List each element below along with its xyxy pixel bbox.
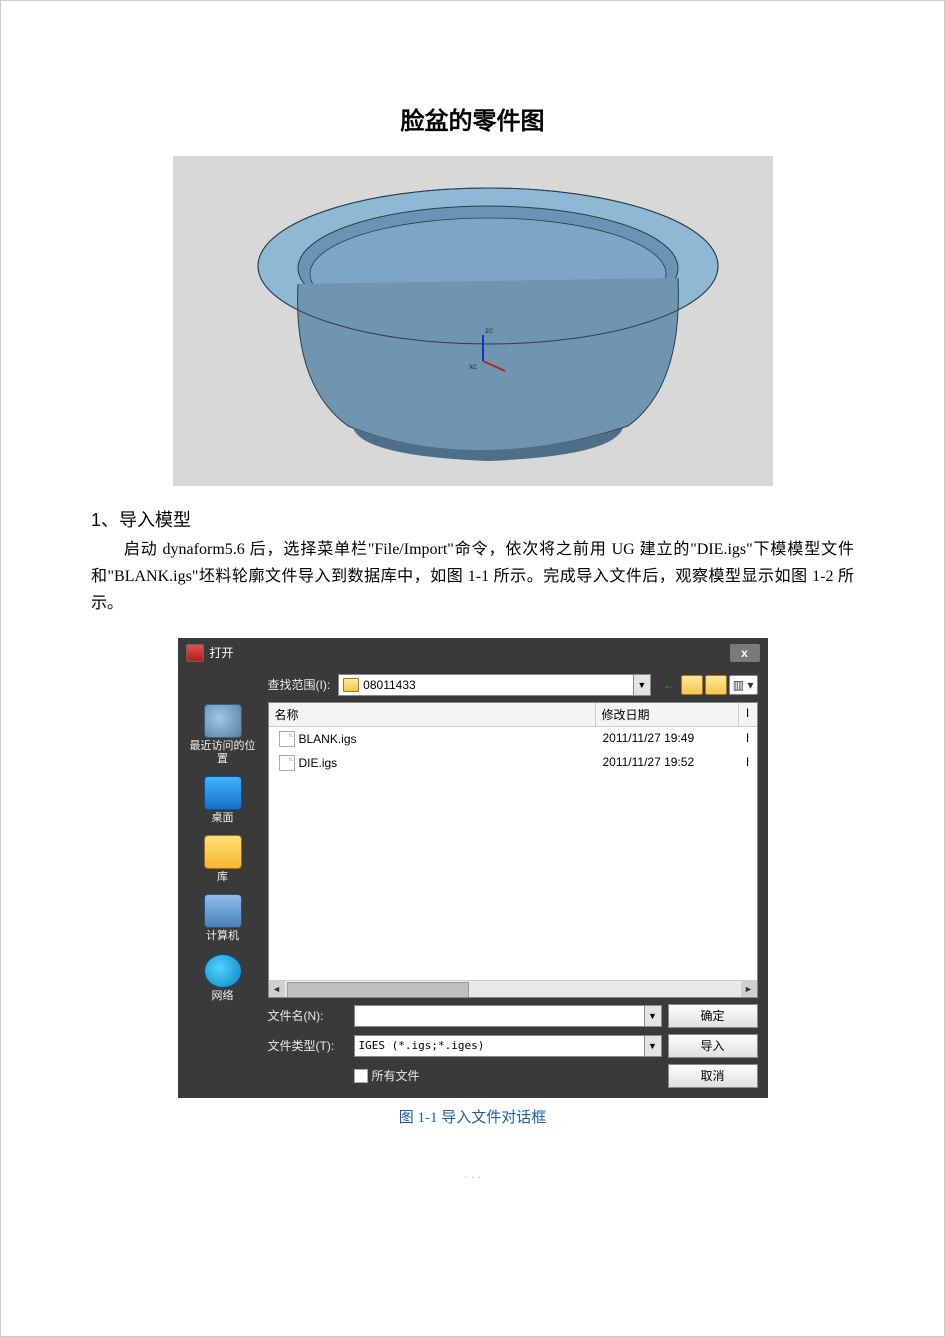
axis-x-label: xc bbox=[469, 362, 477, 371]
view-menu-button[interactable]: ▥ ▾ bbox=[729, 675, 758, 695]
section-title-1: 1、导入模型 bbox=[91, 506, 854, 532]
network-icon bbox=[204, 954, 242, 988]
file-row[interactable]: BLANK.igs 2011/11/27 19:49 I bbox=[269, 727, 757, 751]
scroll-right-icon[interactable]: ► bbox=[741, 981, 757, 997]
close-button[interactable]: x bbox=[730, 644, 760, 662]
col-date[interactable]: 修改日期 bbox=[596, 703, 739, 726]
places-sidebar: 最近访问的位置 桌面 库 计算机 网络 bbox=[188, 674, 258, 1088]
file-list[interactable]: 名称 修改日期 I BLANK.igs 2011/11/27 19:49 I bbox=[268, 702, 758, 998]
h-scrollbar[interactable]: ◄ ► bbox=[269, 980, 757, 997]
filename-label: 文件名(N): bbox=[268, 1007, 348, 1024]
recent-icon bbox=[204, 704, 242, 738]
page-footer: . . . bbox=[91, 1167, 854, 1181]
sidebar-item-network[interactable]: 网络 bbox=[204, 954, 242, 1003]
axis-z-label: zc bbox=[485, 326, 493, 335]
computer-icon bbox=[204, 894, 242, 928]
sidebar-item-computer[interactable]: 计算机 bbox=[204, 894, 242, 943]
cancel-button[interactable]: 取消 bbox=[668, 1064, 758, 1088]
allfiles-checkbox[interactable] bbox=[354, 1069, 368, 1083]
open-dialog: 打开 x 最近访问的位置 桌面 库 bbox=[178, 638, 768, 1098]
folder-icon bbox=[343, 678, 359, 692]
figure-caption-1: 图 1-1 导入文件对话框 bbox=[91, 1106, 854, 1127]
scroll-left-icon[interactable]: ◄ bbox=[269, 981, 285, 997]
up-folder-button[interactable] bbox=[681, 675, 703, 695]
dialog-title: 打开 bbox=[210, 644, 234, 661]
import-button[interactable]: 导入 bbox=[668, 1034, 758, 1058]
new-folder-button[interactable] bbox=[705, 675, 727, 695]
file-icon bbox=[279, 731, 295, 747]
file-row[interactable]: DIE.igs 2011/11/27 19:52 I bbox=[269, 751, 757, 775]
col-type[interactable]: I bbox=[739, 703, 757, 726]
filename-input[interactable]: ▼ bbox=[354, 1005, 662, 1027]
library-icon bbox=[204, 835, 242, 869]
lookin-value: 08011433 bbox=[363, 678, 416, 692]
filetype-combo[interactable]: IGES (*.igs;*.iges) ▼ bbox=[354, 1035, 662, 1057]
sidebar-item-desktop[interactable]: 桌面 bbox=[204, 776, 242, 825]
app-icon bbox=[186, 644, 204, 662]
chevron-down-icon[interactable]: ▼ bbox=[644, 1006, 661, 1026]
lookin-label: 查找范围(I): bbox=[268, 676, 331, 693]
page-title: 脸盆的零件图 bbox=[91, 101, 854, 136]
cad-render: zc xc bbox=[173, 156, 773, 486]
sidebar-item-recent[interactable]: 最近访问的位置 bbox=[188, 704, 258, 766]
paragraph-1: 启动 dynaform5.6 后，选择菜单栏"File/Import"命令，依次… bbox=[91, 536, 854, 618]
allfiles-label: 所有文件 bbox=[372, 1067, 420, 1084]
col-name[interactable]: 名称 bbox=[269, 703, 596, 726]
file-icon bbox=[279, 755, 295, 771]
scroll-thumb[interactable] bbox=[287, 982, 469, 998]
sidebar-item-library[interactable]: 库 bbox=[204, 835, 242, 884]
desktop-icon bbox=[204, 776, 242, 810]
back-button[interactable]: ← bbox=[659, 676, 679, 694]
chevron-down-icon[interactable]: ▼ bbox=[633, 675, 650, 695]
chevron-down-icon[interactable]: ▼ bbox=[644, 1036, 661, 1056]
lookin-combo[interactable]: 08011433 ▼ bbox=[338, 674, 651, 696]
filetype-label: 文件类型(T): bbox=[268, 1037, 348, 1054]
ok-button[interactable]: 确定 bbox=[668, 1004, 758, 1028]
